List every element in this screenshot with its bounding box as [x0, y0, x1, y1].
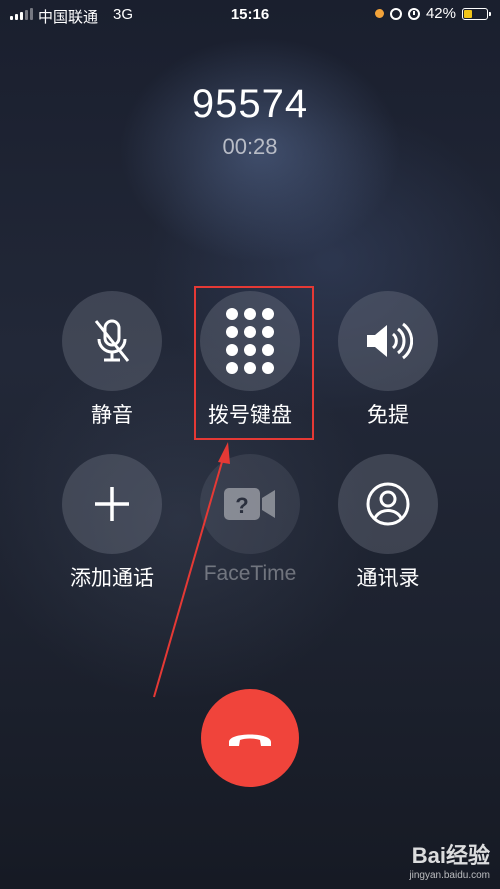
watermark-url: jingyan.baidu.com [409, 870, 490, 881]
watermark-brand: Bai经验 [411, 843, 490, 868]
watermark: Bai经验 jingyan.baidu.com [409, 838, 490, 881]
end-call-button[interactable] [201, 689, 299, 787]
end-call-icon [229, 734, 271, 746]
